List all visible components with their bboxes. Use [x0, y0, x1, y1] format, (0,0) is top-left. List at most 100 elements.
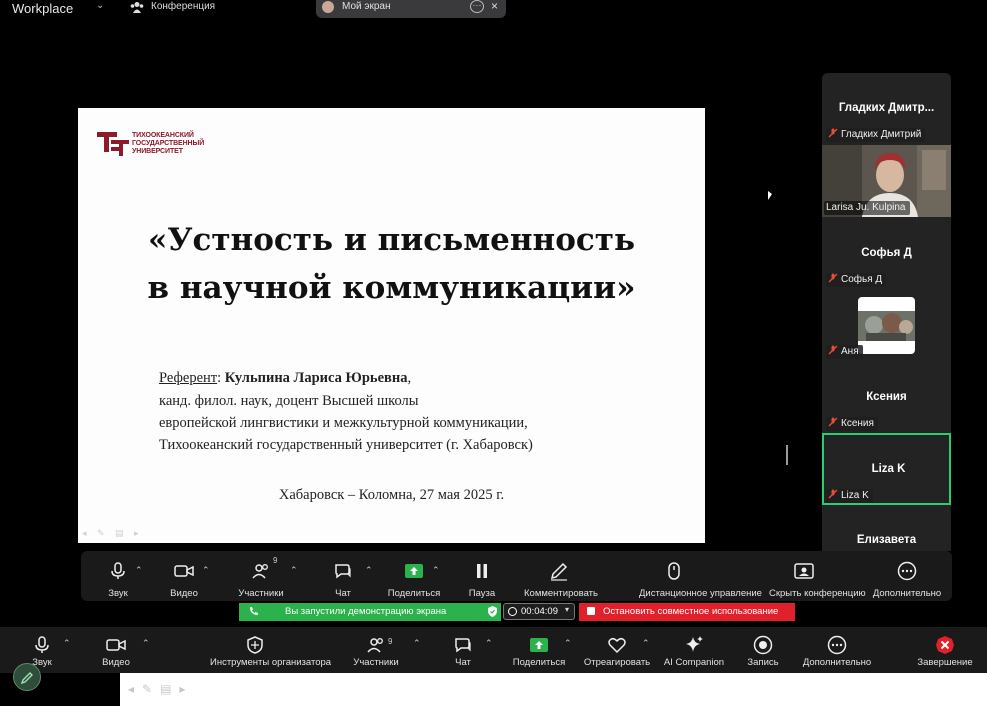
- participant-label: Ксения: [826, 417, 878, 431]
- participants-count: 9: [273, 556, 278, 565]
- audio-button[interactable]: Звук: [103, 551, 133, 601]
- referent-degree: канд. филол. наук, доцент Высшей школы: [159, 393, 419, 409]
- referent-school: европейской лингвистики и межкультурной …: [159, 415, 528, 431]
- presentation-slide: ТИХООКЕАНСКИЙ ГОСУДАРСТВЕННЫЙ УНИВЕРСИТЕ…: [78, 108, 705, 543]
- share-screen-icon: [530, 638, 548, 652]
- share-label: Поделиться: [387, 588, 441, 599]
- share-button[interactable]: Поделиться: [388, 551, 440, 601]
- mic-off-icon: [828, 489, 838, 499]
- stop-sharing-button[interactable]: Остановить совместное использование: [579, 603, 795, 621]
- referent-name: Кульпина Лариса Юрьевна: [224, 370, 408, 386]
- referent-separator: :: [217, 370, 225, 386]
- chat-icon: [335, 564, 351, 579]
- video-options-caret[interactable]: ⌃: [142, 638, 150, 649]
- video-options-caret[interactable]: ⌃: [202, 565, 210, 576]
- floating-annotate-button[interactable]: [13, 663, 41, 691]
- participant-tile-active-speaker[interactable]: Liza K Liza K: [822, 433, 951, 505]
- more-button[interactable]: Дополнительно: [803, 627, 871, 673]
- participant-label: Софья Д: [826, 273, 887, 287]
- share-options-caret[interactable]: ⌃: [564, 638, 572, 649]
- sharing-notice-banner: Вы запустили демонстрацию экрана: [239, 603, 501, 621]
- pause-share-button[interactable]: Пауза: [467, 551, 497, 601]
- participant-avatar-image: [858, 297, 915, 354]
- annotate-label: Комментировать: [524, 588, 598, 599]
- chevron-down-icon: ▾: [565, 605, 570, 614]
- hide-video-panel-icon: [794, 563, 814, 579]
- participant-label: Liza K: [826, 489, 873, 503]
- video-label: Видео: [170, 588, 198, 599]
- shield-check-icon: [488, 606, 497, 617]
- conference-label[interactable]: Конференция: [151, 1, 215, 12]
- participant-name: Гладких Дмитр...: [838, 102, 935, 114]
- more-button[interactable]: Дополнительно: [873, 551, 941, 601]
- video-label: Видео: [102, 657, 130, 668]
- sharing-notice-text: Вы запустили демонстрацию экрана: [285, 606, 447, 617]
- participant-tile[interactable]: Софья Д Софья Д: [822, 217, 951, 289]
- participant-name: Софья Д: [861, 247, 912, 259]
- chat-button[interactable]: Чат: [448, 627, 478, 673]
- video-button[interactable]: Видео: [169, 551, 199, 601]
- hide-conference-button[interactable]: Скрыть конференцию: [769, 551, 866, 601]
- referent-university: Тихоокеанский государственный университе…: [159, 437, 533, 453]
- share-options-caret[interactable]: ⌃: [432, 565, 440, 576]
- participants-button[interactable]: Участники: [353, 627, 399, 673]
- university-logo-icon: [97, 132, 129, 156]
- annotate-button[interactable]: Комментировать: [524, 551, 598, 601]
- participants-options-caret[interactable]: ⌃: [413, 638, 421, 649]
- video-camera-icon: [174, 565, 194, 577]
- react-button[interactable]: Отреагировать: [584, 627, 650, 673]
- panel-resize-handle[interactable]: [786, 445, 788, 465]
- ai-companion-button[interactable]: AI Companion: [664, 627, 724, 673]
- chat-options-caret[interactable]: ⌃: [365, 565, 373, 576]
- more-icon: [827, 635, 847, 655]
- remote-control-button[interactable]: Дистанционное управление: [639, 551, 762, 601]
- faded-slide-tools[interactable]: ◂✎▤▸: [128, 682, 193, 696]
- chevron-down-icon[interactable]: ⌄: [96, 0, 104, 11]
- chat-label: Чат: [335, 588, 351, 599]
- participant-label: Аня: [826, 345, 863, 359]
- participant-tile[interactable]: Аня: [822, 289, 951, 361]
- participant-tile[interactable]: Larisa Ju. Kulpina: [822, 145, 951, 217]
- top-bar: Workplace ⌄ Конференция Мой экран ··· ×: [0, 0, 987, 18]
- mouse-cursor-icon: [768, 191, 772, 200]
- close-icon[interactable]: ×: [491, 0, 498, 13]
- shield-icon: [247, 636, 263, 654]
- end-meeting-button[interactable]: Завершение: [917, 627, 973, 673]
- heart-icon: [608, 637, 626, 654]
- chat-button[interactable]: Чат: [328, 551, 358, 601]
- video-button[interactable]: Видео: [101, 627, 131, 673]
- pencil-icon: [21, 672, 33, 684]
- participants-icon: [367, 638, 383, 653]
- my-screen-pill[interactable]: Мой экран ··· ×: [316, 0, 506, 18]
- participants-button[interactable]: Участники: [238, 551, 284, 601]
- audio-options-caret[interactable]: ⌃: [63, 638, 71, 649]
- audio-options-caret[interactable]: ⌃: [135, 565, 143, 576]
- audio-label: Звук: [108, 588, 128, 599]
- clock-icon: [508, 607, 517, 616]
- mic-off-icon: [828, 128, 838, 138]
- participant-label: Larisa Ju. Kulpina: [824, 201, 910, 215]
- my-screen-label: Мой экран: [342, 1, 391, 12]
- participants-options-caret[interactable]: ⌃: [290, 565, 298, 576]
- chat-options-caret[interactable]: ⌃: [485, 638, 493, 649]
- react-options-caret[interactable]: ⌃: [642, 638, 650, 649]
- participant-name: Елизавета: [856, 534, 917, 546]
- participant-tile[interactable]: Гладких Дмитр... Гладких Дмитрий: [822, 73, 951, 145]
- more-options-icon[interactable]: ···: [470, 0, 484, 13]
- more-label: Дополнительно: [802, 657, 872, 668]
- share-button[interactable]: Поделиться: [513, 627, 565, 673]
- record-button[interactable]: Запись: [747, 627, 779, 673]
- participant-tile[interactable]: Елизавета: [822, 505, 951, 551]
- share-screen-icon: [405, 564, 423, 578]
- conference-icon: [130, 2, 144, 13]
- slide-nav-tools[interactable]: ◂ ✎ ▤ ▸: [82, 528, 143, 539]
- microphone-icon: [35, 636, 49, 653]
- referent-label: Референт: [159, 370, 218, 386]
- mouse-icon: [668, 562, 680, 580]
- sharing-toolbar: Звук ⌃ Видео ⌃ Участники 9 ⌃ Чат ⌃ Подел…: [81, 551, 952, 601]
- host-tools-button[interactable]: Инструменты организатора: [210, 627, 331, 673]
- participant-tile[interactable]: Ксения Ксения: [822, 361, 951, 433]
- video-camera-icon: [106, 639, 126, 651]
- share-timer[interactable]: 00:04:09 ▾: [503, 603, 575, 620]
- participants-label: Участники: [238, 588, 284, 599]
